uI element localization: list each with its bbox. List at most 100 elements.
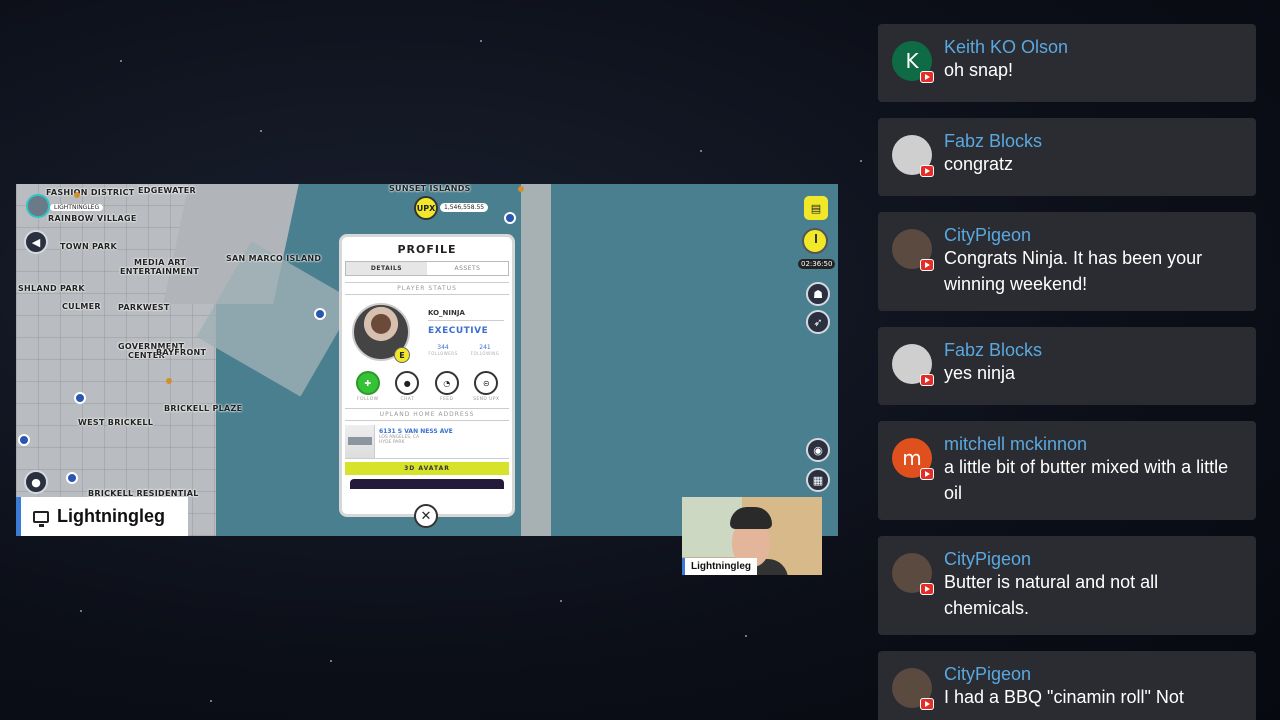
game-timer: 02:36:50 — [798, 259, 836, 269]
following-label: FOLLOWING — [470, 351, 500, 356]
map-marker[interactable] — [166, 378, 172, 384]
follow-button[interactable]: ✚ FOLLOW — [351, 371, 385, 402]
3d-avatar-button[interactable]: 3D AVATAR — [345, 462, 509, 475]
chat-message: K Keith KO Olson oh snap! — [878, 24, 1256, 102]
map-pin[interactable] — [66, 472, 78, 484]
chat-author[interactable]: CityPigeon — [944, 549, 1238, 569]
upx-balance: 1,546,558.55 — [440, 203, 489, 212]
youtube-icon — [920, 583, 934, 595]
divider — [428, 320, 504, 321]
chat-text: Butter is natural and not all chemicals. — [944, 572, 1159, 618]
follow-label: FOLLOW — [357, 397, 379, 402]
tab-assets[interactable]: ASSETS — [427, 262, 508, 275]
player-status-heading: PLAYER STATUS — [345, 282, 509, 295]
dark-button[interactable] — [350, 479, 504, 489]
webcam-label: Lightningleg — [682, 558, 757, 575]
avatar[interactable]: m — [892, 438, 934, 480]
building-icon[interactable]: ▦ — [806, 468, 830, 492]
map-label: WEST BRICKELL — [78, 418, 154, 427]
map-label: ENTERTAINMENT — [120, 267, 200, 276]
following-stat[interactable]: 241 FOLLOWING — [468, 344, 502, 356]
youtube-icon — [920, 259, 934, 271]
rank-badge: E — [394, 347, 410, 363]
feed-label: FEED — [440, 397, 454, 402]
chat-message: m mitchell mckinnon a little bit of butter… — [878, 421, 1256, 520]
follow-icon: ✚ — [355, 371, 380, 395]
chat-message: Fabz Blocks congratz — [878, 118, 1256, 196]
send-upx-button[interactable]: ⊝ SEND UPX — [469, 371, 503, 402]
map-label: SUNSET ISLANDS — [389, 184, 471, 193]
chat-message: Fabz Blocks yes ninja — [878, 327, 1256, 405]
store-icon[interactable]: ▤ — [804, 196, 828, 220]
chat-author[interactable]: Keith KO Olson — [944, 37, 1238, 57]
avatar-icon[interactable]: ☗ — [806, 282, 830, 306]
profile-title: PROFILE — [397, 243, 457, 256]
avatar[interactable] — [892, 668, 934, 710]
followers-stat[interactable]: 344 FOLLOWERS — [426, 344, 460, 356]
chat-text: congratz — [944, 154, 1014, 174]
feed-button[interactable]: ◔ FEED — [430, 371, 464, 402]
streamer-name: Lightningleg — [57, 506, 165, 526]
address-neighborhood: HYDE PARK — [379, 440, 405, 445]
map-marker[interactable] — [74, 192, 80, 198]
map-label: CULMER — [62, 302, 101, 311]
property-thumbnail — [345, 425, 375, 458]
player-username: KO_NINJA — [428, 309, 465, 317]
chat-author[interactable]: Fabz Blocks — [944, 131, 1238, 151]
profile-actions: ✚ FOLLOW ● CHAT ◔ FEED ⊝ SEND UPX — [342, 371, 512, 402]
chat-message: CityPigeon Butter is natural and not all … — [878, 536, 1256, 635]
monitor-icon — [33, 510, 49, 527]
chat-author[interactable]: CityPigeon — [944, 225, 1238, 245]
chat-bubble-icon[interactable]: ● — [24, 470, 48, 494]
map-pin[interactable] — [74, 392, 86, 404]
webcam-overlay: Lightningleg — [682, 497, 822, 575]
player-avatar-mini[interactable] — [26, 194, 50, 218]
tab-details[interactable]: DETAILS — [346, 262, 427, 275]
clock-icon[interactable] — [802, 228, 828, 254]
chat-label: CHAT — [400, 397, 415, 402]
youtube-icon — [920, 71, 934, 83]
map-label: FASHION DISTRICT — [46, 188, 135, 197]
avatar-initial: m — [902, 446, 922, 470]
upx-coin-icon[interactable]: UPX — [414, 196, 438, 220]
chat-author[interactable]: Fabz Blocks — [944, 340, 1238, 360]
feed-icon: ◔ — [434, 371, 459, 395]
map-label: PARKWEST — [118, 303, 170, 312]
map-label: RAINBOW VILLAGE — [48, 214, 137, 223]
avatar[interactable] — [892, 344, 934, 386]
profile-modal: PROFILE DETAILS ASSETS PLAYER STATUS E K… — [339, 234, 515, 517]
map-label: SHLAND PARK — [18, 284, 85, 293]
map-label: EDGEWATER — [138, 186, 196, 195]
chat-text: a little bit of butter mixed with a litt… — [944, 457, 1229, 503]
location-pin-icon[interactable]: ◉ — [806, 438, 830, 462]
profile-tabs: DETAILS ASSETS — [345, 261, 509, 276]
chat-author[interactable]: CityPigeon — [944, 664, 1238, 684]
home-address-heading: UPLAND HOME ADDRESS — [345, 408, 509, 421]
game-window[interactable]: FASHION DISTRICT EDGEWATER RAINBOW VILLA… — [16, 184, 838, 536]
home-address[interactable]: 6131 S VAN NESS AVE LOS ANGELES, CA HYDE… — [345, 425, 509, 459]
map-pin[interactable] — [314, 308, 326, 320]
back-arrow-icon[interactable]: ◀ — [24, 230, 48, 254]
map-label: MEDIA ART — [134, 258, 187, 267]
rocket-icon[interactable]: ➶ — [806, 310, 830, 334]
youtube-icon — [920, 165, 934, 177]
close-icon[interactable]: ✕ — [414, 504, 438, 528]
map-label: SAN MARCO ISLAND — [226, 254, 322, 263]
map-pin[interactable] — [504, 212, 516, 224]
chat-message: CityPigeon Congrats Ninja. It has been yo… — [878, 212, 1256, 311]
avatar[interactable]: K — [892, 41, 934, 83]
map-pin[interactable] — [18, 434, 30, 446]
send-upx-icon: ⊝ — [474, 371, 499, 395]
send-upx-label: SEND UPX — [473, 397, 500, 402]
chat-button[interactable]: ● CHAT — [390, 371, 424, 402]
chat-text: yes ninja — [944, 363, 1016, 383]
map-marker[interactable] — [518, 186, 524, 192]
avatar-initial: K — [905, 49, 919, 73]
avatar[interactable] — [892, 135, 934, 177]
chat-panel: K Keith KO Olson oh snap! Fabz Blocks congra… — [878, 24, 1256, 720]
chat-icon: ● — [395, 371, 420, 395]
map-label: TOWN PARK — [60, 242, 117, 251]
avatar[interactable] — [892, 229, 934, 271]
avatar[interactable] — [892, 553, 934, 595]
chat-author[interactable]: mitchell mckinnon — [944, 434, 1238, 454]
